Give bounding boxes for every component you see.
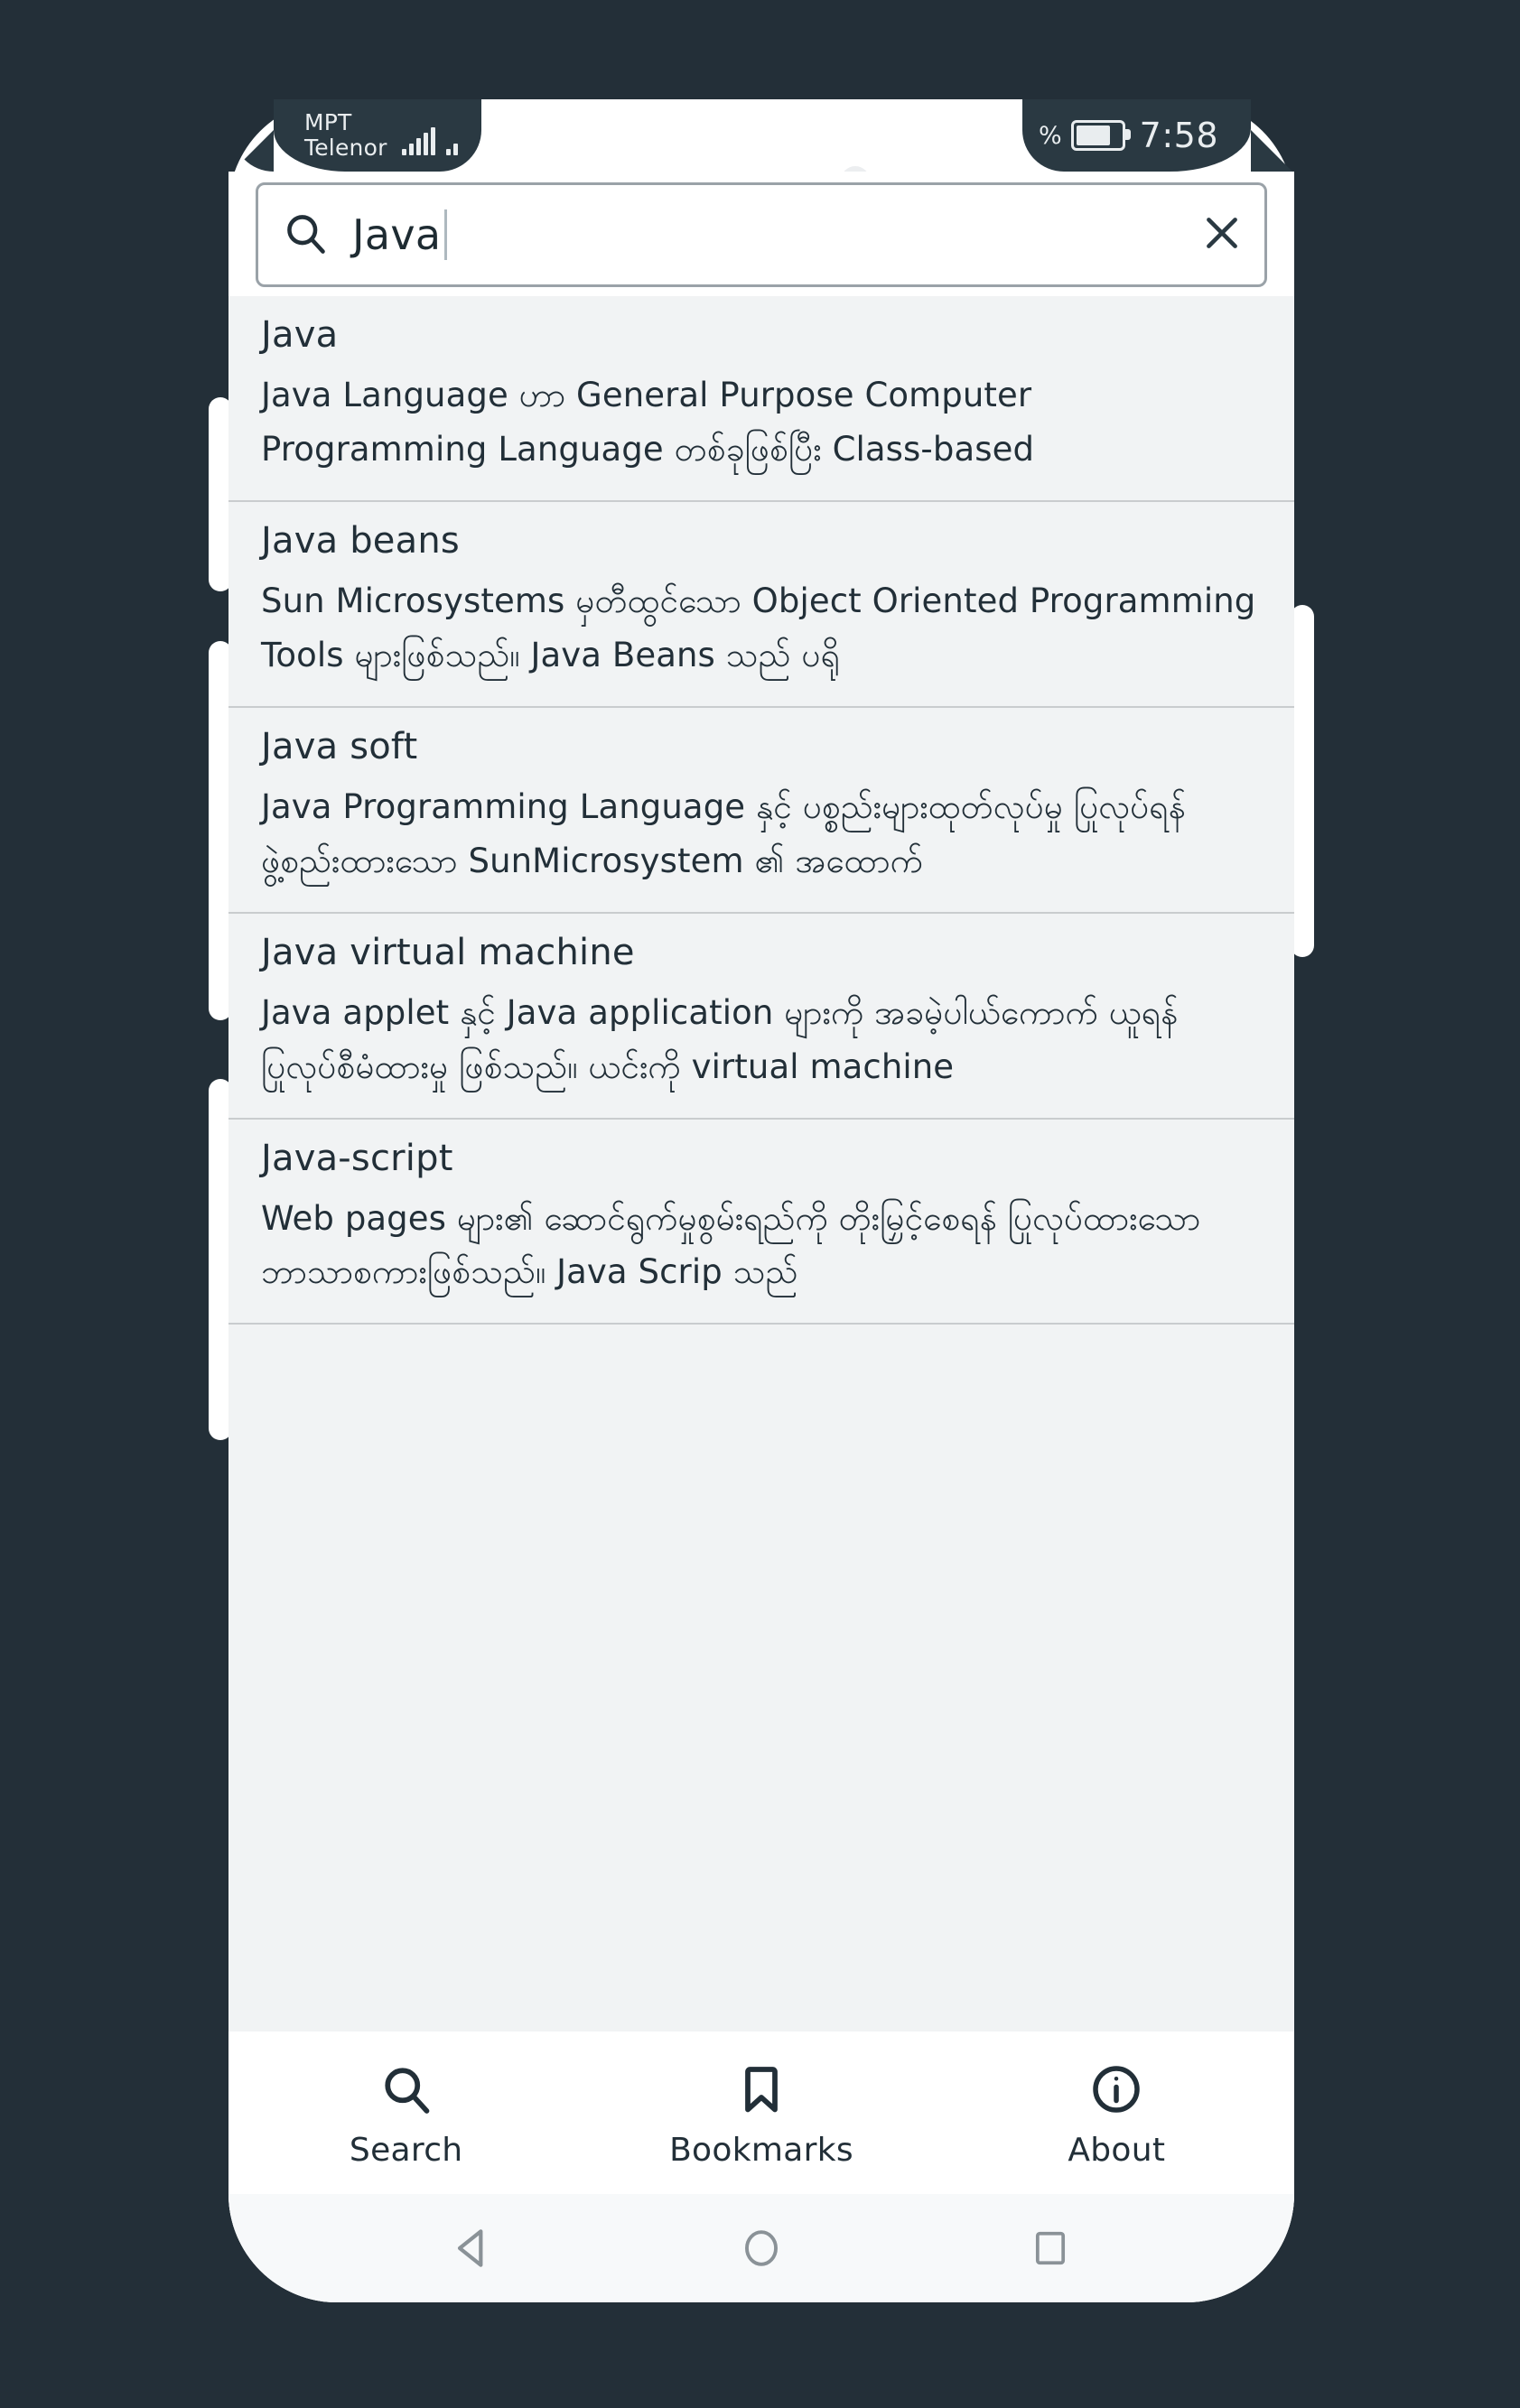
tab-label: Bookmarks [669,2131,853,2169]
tab-label: Search [349,2131,463,2169]
search-bar-container: Java [228,172,1294,296]
battery-percent-label: % [1039,121,1062,150]
list-item[interactable]: Java-script Web pages များ၏ ဆောင်ရွက်မှု… [228,1119,1294,1325]
list-item[interactable]: Java beans Sun Microsystems မှတီထွင်သော … [228,501,1294,708]
phone-screen: Java Java Java Language ဟာ General Purpo… [228,172,1294,2302]
search-input[interactable]: Java [352,209,1199,260]
list-item[interactable]: Java Java Language ဟာ General Purpose Co… [228,296,1294,502]
result-description: Java Programming Language နှင့် ပစ္စည်းမ… [261,786,1186,880]
tab-bookmarks[interactable]: Bookmarks [583,2058,938,2169]
search-icon [379,2058,434,2121]
status-bar-left: MPT Telenor [274,99,481,172]
tab-about[interactable]: About [939,2058,1294,2169]
result-title: Java soft [261,725,418,767]
bottom-tab-bar: Search Bookmarks About [228,2031,1294,2194]
android-navigation-bar [228,2194,1294,2302]
back-triangle-icon[interactable] [423,2212,522,2284]
result-title: Java virtual machine [261,931,635,973]
search-icon [282,209,329,260]
search-bar[interactable]: Java [256,182,1267,287]
list-item[interactable]: Java soft Java Programming Language နှင့… [228,707,1294,914]
status-bar-right: % 7:58 [1022,99,1251,172]
signal-bars-icon-2 [445,128,458,155]
bookmark-icon [734,2058,788,2121]
carrier-names: MPT Telenor [304,110,387,161]
phone-device-frame: MPT Telenor % 7:58 Java Java Java Langua… [209,99,1314,2302]
results-empty-area [228,1325,1294,2031]
text-caret [444,209,448,260]
result-title: Java-script [261,1137,453,1179]
home-circle-icon[interactable] [712,2212,811,2284]
battery-icon [1070,120,1131,151]
status-clock: 7:58 [1139,116,1218,155]
carrier-line-2: Telenor [304,135,387,161]
search-input-value: Java [352,210,442,259]
result-title: Java [261,314,339,356]
info-circle-icon [1089,2058,1143,2121]
tab-search[interactable]: Search [228,2058,583,2169]
result-description: Java applet နှင့် Java application များက… [261,992,1179,1086]
tab-label: About [1068,2131,1166,2169]
recents-square-icon[interactable] [1001,2212,1100,2284]
clear-search-button[interactable] [1199,210,1245,259]
result-description: Sun Microsystems မှတီထွင်သော Object Orie… [261,581,1256,674]
result-description: Web pages များ၏ ဆောင်ရွက်မှုစွမ်းရည်ကို … [261,1198,1201,1292]
carrier-line-1: MPT [304,109,352,135]
signal-bars-icon-1 [401,127,435,155]
search-results-list[interactable]: Java Java Language ဟာ General Purpose Co… [228,296,1294,2031]
result-title: Java beans [261,519,460,562]
list-item[interactable]: Java virtual machine Java applet နှင့် J… [228,913,1294,1120]
result-description: Java Language ဟာ General Purpose Compute… [261,376,1035,469]
